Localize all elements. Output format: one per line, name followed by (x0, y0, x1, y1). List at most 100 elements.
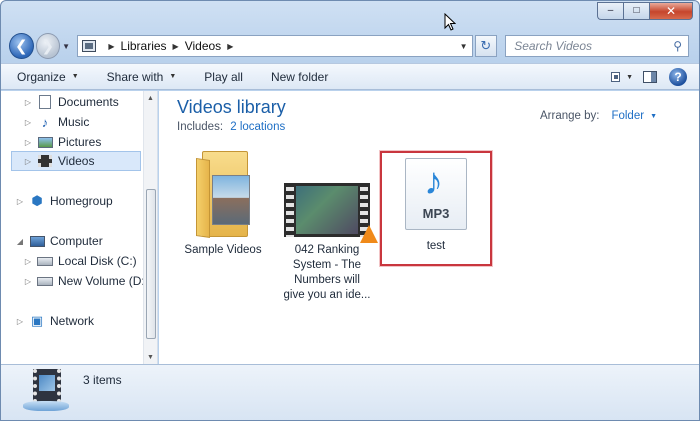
file-item[interactable]: 042 Ranking System - The Numbers will gi… (279, 183, 378, 303)
arrange-by-dropdown[interactable]: Folder (611, 110, 644, 122)
computer-icon (29, 234, 45, 248)
nav-item-label: Pictures (58, 135, 102, 149)
breadcrumb-libraries[interactable]: Libraries (121, 39, 167, 53)
breadcrumb-arrow-icon[interactable]: ▶ (227, 42, 233, 51)
expand-arrow-icon[interactable]: ▷ (23, 157, 33, 166)
file-name: test (426, 240, 446, 252)
forward-button[interactable]: ❯ (35, 33, 61, 59)
preview-pane-icon (643, 71, 657, 83)
nav-item-label: Network (50, 314, 95, 328)
file-item-selected[interactable]: ♪ MP3 test (380, 151, 492, 266)
chevron-down-icon: ▼ (169, 73, 177, 80)
locations-link[interactable]: 2 locations (230, 121, 285, 133)
expand-arrow-icon[interactable]: ▷ (23, 277, 33, 286)
expand-arrow-icon[interactable]: ▷ (23, 98, 33, 107)
nav-item-label: Homegroup (50, 194, 113, 208)
search-icon[interactable]: ⚲ (673, 39, 682, 53)
videos-icon (37, 154, 53, 168)
address-bar[interactable]: ▶ Libraries ▶ Videos ▶ ▼ (77, 35, 473, 57)
search-input[interactable] (512, 38, 674, 54)
search-box: ⚲ (505, 35, 689, 57)
breadcrumb-arrow-icon[interactable]: ▶ (108, 42, 114, 51)
item-count: 3 items (83, 373, 122, 387)
arrange-by-label: Arrange by: (540, 110, 600, 122)
nav-item-documents[interactable]: ▷ Documents (23, 92, 119, 112)
music-icon: ♪ (41, 114, 49, 130)
file-name-line: give you an ide... (283, 289, 371, 301)
chevron-down-icon: ▼ (626, 73, 633, 81)
share-with-label: Share with (106, 69, 164, 84)
nav-item-label: Documents (58, 95, 119, 109)
toolbar-right-icons: ▼ ? (605, 67, 689, 87)
collapse-arrow-icon[interactable]: ◢ (15, 237, 25, 246)
folder-icon (196, 151, 250, 238)
recent-pages-dropdown[interactable]: ▼ (62, 42, 73, 51)
breadcrumb-videos[interactable]: Videos (185, 39, 221, 53)
hard-drive-icon (37, 274, 53, 288)
chevron-down-icon: ▼ (71, 73, 79, 80)
file-name: Sample Videos (184, 244, 262, 256)
music-note-icon: ♪ (424, 161, 443, 203)
details-pane: 3 items (1, 364, 699, 420)
nav-item-new-volume[interactable]: ▷ New Volume (D:) (23, 271, 149, 291)
change-view-button[interactable]: ▼ (611, 67, 633, 87)
library-includes: Includes: 2 locations (177, 121, 285, 133)
nav-item-label: Local Disk (C:) (58, 254, 137, 268)
document-icon (37, 95, 53, 109)
maximize-button[interactable]: □ (623, 2, 649, 20)
nav-scrollbar[interactable]: ▲ ▼ (143, 91, 157, 364)
explorer-window: – □ ✕ ❮ ❯ ▼ ▶ Libraries ▶ Videos ▶ ▼ ↻ ⚲… (0, 0, 700, 421)
mp3-icon-text: MP3 (422, 206, 450, 221)
minimize-button[interactable]: – (597, 2, 623, 20)
expand-arrow-icon[interactable]: ▷ (23, 138, 33, 147)
command-bar: Organize ▼ Share with ▼ Play all New fol… (1, 63, 699, 90)
chevron-down-icon[interactable]: ▼ (650, 113, 657, 120)
expand-arrow-icon[interactable]: ▷ (23, 118, 33, 127)
pictures-icon (37, 135, 53, 149)
refresh-button[interactable]: ↻ (474, 35, 498, 57)
view-icon (611, 72, 621, 82)
scroll-down-icon[interactable]: ▼ (144, 350, 157, 364)
vlc-cone-icon (360, 225, 378, 243)
expand-arrow-icon[interactable]: ▷ (23, 257, 33, 266)
new-folder-button[interactable]: New folder (271, 70, 328, 84)
organize-menu[interactable]: Organize ▼ (17, 70, 79, 84)
nav-item-label: New Volume (D:) (58, 274, 149, 288)
file-name-line: Numbers will (294, 274, 360, 286)
caption-buttons: – □ ✕ (597, 2, 693, 20)
address-row: ❮ ❯ ▼ ▶ Libraries ▶ Videos ▶ ▼ ↻ ⚲ (9, 31, 689, 61)
expand-arrow-icon[interactable]: ▷ (15, 197, 25, 206)
scroll-thumb[interactable] (146, 189, 156, 339)
location-icon (82, 40, 97, 52)
file-list-pane: Videos library Includes: 2 locations Arr… (159, 91, 699, 364)
network-icon: ▣ (30, 313, 44, 328)
scroll-up-icon[interactable]: ▲ (144, 91, 157, 105)
address-history-dropdown[interactable]: ▼ (460, 42, 468, 51)
help-icon: ? (669, 68, 687, 86)
play-all-button[interactable]: Play all (204, 70, 243, 84)
nav-item-network[interactable]: ▷ ▣ Network (15, 311, 94, 331)
nav-item-computer[interactable]: ◢ Computer (15, 231, 103, 251)
nav-item-videos[interactable]: ▷ Videos (11, 151, 141, 171)
nav-item-pictures[interactable]: ▷ Pictures (23, 132, 101, 152)
mp3-file-icon: ♪ MP3 (405, 158, 467, 230)
file-item[interactable]: Sample Videos (181, 151, 265, 258)
hard-drive-icon (37, 254, 53, 268)
preview-pane-button[interactable] (639, 67, 661, 87)
share-with-menu[interactable]: Share with ▼ (107, 70, 177, 84)
nav-item-label: Videos (58, 154, 95, 168)
organize-label: Organize (17, 69, 66, 84)
nav-item-local-disk[interactable]: ▷ Local Disk (C:) (23, 251, 137, 271)
arrange-by: Arrange by: Folder ▼ (540, 110, 657, 122)
navigation-pane: ▷ Documents ▷ ♪ Music ▷ Pictures ▷ Video… (1, 91, 158, 364)
videos-library-icon (23, 369, 69, 411)
nav-item-homegroup[interactable]: ▷ ⬢ Homegroup (15, 191, 113, 211)
file-name-line: System - The (292, 259, 362, 271)
breadcrumb-arrow-icon[interactable]: ▶ (173, 42, 179, 51)
expand-arrow-icon[interactable]: ▷ (15, 317, 25, 326)
help-button[interactable]: ? (667, 67, 689, 87)
close-button[interactable]: ✕ (649, 2, 693, 20)
nav-item-music[interactable]: ▷ ♪ Music (23, 112, 89, 132)
nav-item-label: Computer (50, 234, 103, 248)
back-button[interactable]: ❮ (9, 33, 34, 59)
